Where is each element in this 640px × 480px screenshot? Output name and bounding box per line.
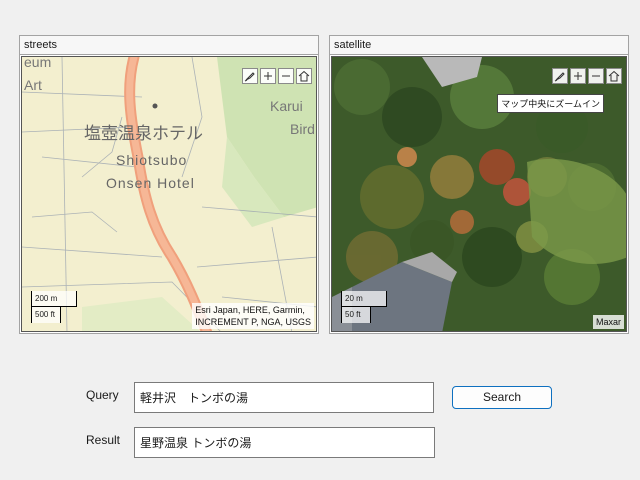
zoom-out-icon[interactable] bbox=[588, 68, 604, 84]
scale-metric: 200 m bbox=[31, 291, 77, 307]
query-label: Query bbox=[86, 388, 119, 402]
zoom-out-icon[interactable] bbox=[278, 68, 294, 84]
home-icon[interactable] bbox=[606, 68, 622, 84]
map-label-hotel-en-1: Shiotsubo bbox=[116, 152, 187, 168]
result-label: Result bbox=[86, 433, 121, 447]
zoom-in-icon[interactable] bbox=[570, 68, 586, 84]
map-label-right-1: Karui bbox=[270, 98, 303, 114]
streets-map-panel: streets eum Art Karui Bird 塩壺温泉ホテル Shiot… bbox=[19, 35, 319, 334]
streets-attribution: Esri Japan, HERE, Garmin, INCREMENT P, N… bbox=[192, 303, 314, 329]
zoom-in-icon[interactable] bbox=[260, 68, 276, 84]
attribution-line-2: INCREMENT P, NGA, USGS bbox=[195, 317, 311, 327]
map-label-top-left-1: eum bbox=[24, 57, 51, 70]
zoom-in-tooltip: マップ中央にズームイン bbox=[497, 94, 604, 113]
satellite-attribution: Maxar bbox=[592, 315, 624, 329]
satellite-map-panel: satellite マップ中央にズームイン 20 m 50 ft Maxar bbox=[329, 35, 629, 334]
map-label-hotel-en-2: Onsen Hotel bbox=[106, 175, 195, 191]
satellite-map-toolbar bbox=[552, 68, 622, 84]
satellite-panel-title: satellite bbox=[330, 36, 628, 55]
streets-map[interactable]: eum Art Karui Bird 塩壺温泉ホテル Shiotsubo Ons… bbox=[21, 56, 317, 332]
brush-icon[interactable] bbox=[552, 68, 568, 84]
result-field[interactable]: 星野温泉 トンボの湯 bbox=[134, 427, 435, 458]
streets-scale-bar: 200 m 500 ft bbox=[31, 291, 77, 323]
search-button[interactable]: Search bbox=[452, 386, 552, 409]
scale-imperial: 50 ft bbox=[341, 307, 371, 323]
satellite-map[interactable]: マップ中央にズームイン 20 m 50 ft Maxar bbox=[331, 56, 627, 332]
scale-metric: 20 m bbox=[341, 291, 387, 307]
map-label-top-left-2: Art bbox=[24, 77, 42, 93]
map-label-right-2: Bird bbox=[290, 121, 315, 137]
scale-imperial: 500 ft bbox=[31, 307, 61, 323]
brush-icon[interactable] bbox=[242, 68, 258, 84]
attribution-line-1: Esri Japan, HERE, Garmin, bbox=[195, 305, 305, 315]
streets-map-toolbar bbox=[242, 68, 312, 84]
map-label-hotel-jp: 塩壺温泉ホテル bbox=[84, 124, 203, 144]
home-icon[interactable] bbox=[296, 68, 312, 84]
streets-panel-title: streets bbox=[20, 36, 318, 55]
satellite-scale-bar: 20 m 50 ft bbox=[341, 291, 387, 323]
query-input[interactable]: 軽井沢 トンボの湯 bbox=[134, 382, 434, 413]
